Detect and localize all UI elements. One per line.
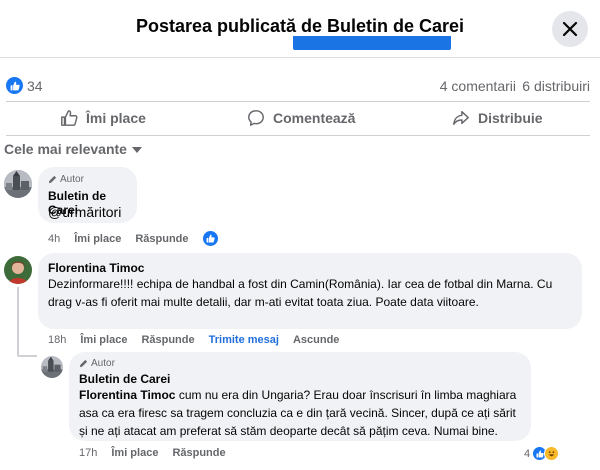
comment-actions: 4h Îmi place Răspunde xyxy=(48,231,218,246)
like-reaction-icon[interactable] xyxy=(202,231,218,246)
comment-author-name[interactable]: Florentina Timoc xyxy=(48,261,144,275)
sort-label: Cele mai relevante xyxy=(4,141,127,157)
comment-button-label: Comentează xyxy=(273,110,356,126)
background-post-button-strip xyxy=(293,36,451,50)
reactions-summary: 34 4 comentarii 6 distribuiri xyxy=(6,76,590,96)
comment-text: Dezinformare!!!! echipa de handbal a fos… xyxy=(48,277,553,309)
divider xyxy=(6,101,590,102)
pencil-icon xyxy=(48,175,57,184)
person-avatar-icon xyxy=(4,256,32,284)
comment-bubble: Autor Buletin de Carei Florentina Timoc … xyxy=(69,352,531,441)
comment-reply-button[interactable]: Răspunde xyxy=(172,447,225,459)
comment-reaction-count: 4 xyxy=(524,447,531,460)
haha-reaction-icon xyxy=(544,446,560,461)
comments-count[interactable]: 4 comentarii xyxy=(440,78,516,94)
close-button[interactable] xyxy=(552,11,588,47)
comment-like-button[interactable]: Îmi place xyxy=(111,447,158,459)
like-reaction-icon[interactable] xyxy=(6,77,23,94)
author-badge-label: Autor xyxy=(60,174,84,185)
building-avatar-icon xyxy=(41,356,63,378)
author-badge: Autor xyxy=(48,174,84,185)
hide-comment-button[interactable]: Ascunde xyxy=(293,334,339,346)
divider xyxy=(6,135,590,136)
comment-reply-button[interactable]: Răspunde xyxy=(135,233,188,245)
comment-actions: 17h Îmi place Răspunde xyxy=(79,447,240,459)
avatar[interactable] xyxy=(4,256,32,284)
avatar[interactable] xyxy=(41,356,63,378)
comment-like-button[interactable]: Îmi place xyxy=(74,233,121,245)
comment-like-button[interactable]: Îmi place xyxy=(80,334,127,346)
comment-reactions[interactable]: 4 xyxy=(524,446,560,461)
reply-thread-line xyxy=(17,287,19,356)
reply-thread-connector xyxy=(17,355,37,357)
comment-text: @urmăritori xyxy=(48,204,122,220)
share-button-label: Distribuie xyxy=(478,110,543,126)
thumbs-up-icon xyxy=(61,110,78,126)
share-icon xyxy=(453,110,469,126)
dialog-header: Postarea publicată de Buletin de Carei xyxy=(0,0,600,58)
dialog-title: Postarea publicată de Buletin de Carei xyxy=(135,16,465,36)
comment-bubble: Florentina Timoc Dezinformare!!!! echipa… xyxy=(38,253,582,329)
comment-time[interactable]: 4h xyxy=(48,233,60,245)
comment-button[interactable]: Comentează xyxy=(247,104,355,132)
comment-reply-button[interactable]: Răspunde xyxy=(141,334,194,346)
close-icon xyxy=(562,21,578,37)
comment-actions: 18h Îmi place Răspunde Trimite mesaj Asc… xyxy=(48,334,353,346)
send-message-button[interactable]: Trimite mesaj xyxy=(209,334,279,346)
shares-count[interactable]: 6 distribuiri xyxy=(522,78,590,94)
avatar[interactable] xyxy=(4,170,32,198)
pencil-icon xyxy=(79,359,88,368)
like-button-label: Îmi place xyxy=(86,110,146,126)
chevron-down-icon xyxy=(131,147,142,153)
author-badge-label: Autor xyxy=(91,358,115,369)
comment-time[interactable]: 17h xyxy=(79,447,97,459)
share-button[interactable]: Distribuie xyxy=(452,104,543,132)
author-badge: Autor xyxy=(79,358,115,369)
comment-icon xyxy=(248,110,264,126)
comment-author-name[interactable]: Buletin de Carei xyxy=(79,372,170,386)
comment-time[interactable]: 18h xyxy=(48,334,66,346)
comment-text: Florentina Timoc cum nu era din Ungaria?… xyxy=(79,386,525,440)
building-avatar-icon xyxy=(4,170,32,198)
comment-bubble: Autor Buletin de Carei @urmăritori xyxy=(38,167,137,223)
like-button[interactable]: Îmi place xyxy=(60,104,146,132)
comment-sort-dropdown[interactable]: Cele mai relevante xyxy=(4,141,142,157)
reaction-count[interactable]: 34 xyxy=(27,78,43,94)
mention-link[interactable]: Florentina Timoc xyxy=(79,388,175,402)
